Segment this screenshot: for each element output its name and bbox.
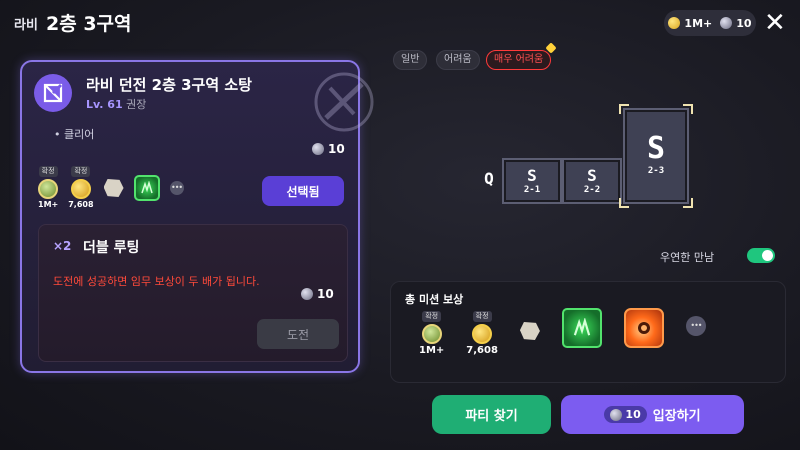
dungeon-detail-panel: 라비 던전 2층 3구역 소탕 Lv. 61 권장 • 클리어 10 확정 1M… (20, 60, 374, 373)
reward-green-box[interactable] (133, 175, 160, 201)
level-value: Lv. 61 (86, 98, 123, 111)
room-letter: S (646, 131, 666, 166)
green-crystal-icon (561, 308, 602, 348)
sweep-cost-value: 10 (328, 142, 345, 156)
guaranteed-badge: 확정 (71, 166, 91, 177)
reward-ore[interactable] (103, 179, 124, 197)
level-suffix: 권장 (126, 98, 147, 111)
double-looting-description: 도전에 성공하면 임무 보상이 두 배가 됩니다. (53, 275, 260, 288)
room-id: 2-2 (583, 185, 601, 195)
currency-pill: 1M+ 10 (664, 10, 756, 36)
enter-cost-value: 10 (625, 408, 641, 421)
room-letter: S (527, 166, 537, 185)
selection-corner (683, 104, 693, 114)
ore-icon (519, 322, 540, 340)
stone-icon (610, 408, 623, 421)
close-icon[interactable]: ✕ (764, 8, 786, 38)
crossed-swords-emblem-icon (314, 72, 374, 132)
dungeon-title: 라비 던전 2층 3구역 소탕 (86, 76, 252, 94)
reward-ore[interactable] (519, 322, 540, 340)
enter-button[interactable]: 10 입장하기 (561, 395, 744, 434)
gold-amount: 1M+ (684, 16, 713, 30)
green-crystal-icon (133, 175, 160, 201)
exp-token-icon (38, 179, 59, 199)
guaranteed-badge: 확정 (38, 166, 58, 177)
reward-exp[interactable]: 확정 1M+ (419, 311, 444, 356)
more-icon: ••• (169, 181, 184, 195)
gold-coin-icon (70, 179, 91, 199)
reward-more[interactable]: ••• (169, 181, 184, 195)
selection-corner (619, 104, 629, 114)
map-room-2-1[interactable]: S 2-1 (502, 158, 562, 204)
ore-icon (103, 179, 124, 197)
mission-reward-title: 총 미션 보상 (405, 293, 464, 306)
dungeon-icon (34, 74, 72, 112)
reward-gold[interactable]: 확정 7,608 (466, 311, 498, 356)
reward-gold[interactable]: 확정 7,608 (68, 166, 94, 209)
mission-reward-list: 확정 1M+ 확정 7,608 ••• (419, 308, 706, 356)
selected-button[interactable]: 선택됨 (262, 176, 344, 206)
exp-token-icon (421, 324, 442, 344)
challenge-button[interactable]: 도전 (257, 319, 339, 349)
swords-icon (43, 83, 63, 103)
enter-label: 입장하기 (652, 409, 701, 424)
stone-icon (720, 17, 733, 29)
stone-amount: 10 (736, 16, 752, 30)
reward-more[interactable]: ••• (685, 316, 706, 336)
selection-corner (683, 198, 693, 208)
exit-marker: Q (482, 168, 496, 190)
reward-amount: 1M+ (419, 345, 445, 356)
reward-amount: 7,608 (466, 345, 498, 356)
more-icon: ••• (685, 316, 706, 336)
map-room-2-3[interactable]: S 2-3 (623, 108, 689, 204)
toggle-knob (762, 250, 773, 261)
room-id: 2-3 (647, 166, 665, 176)
double-looting-card: ×2 더블 루팅 도전에 성공하면 임무 보상이 두 배가 됩니다. 10 도전 (38, 224, 348, 362)
double-looting-cost: 10 (301, 287, 334, 301)
double-looting-title: 더블 루팅 (83, 240, 140, 256)
room-id: 2-1 (523, 185, 541, 195)
selection-corner (619, 198, 629, 208)
find-party-button[interactable]: 파티 찾기 (432, 395, 551, 434)
guaranteed-badge: 확정 (422, 311, 442, 322)
map-room-2-2[interactable]: S 2-2 (562, 158, 622, 204)
fire-orb-icon (623, 308, 664, 348)
floor-title: 2층 3구역 (46, 13, 132, 35)
region-name: 라비 (14, 18, 38, 33)
reward-green-box[interactable] (561, 308, 602, 348)
difficulty-tab-very-hard[interactable]: 매우 어려움 (486, 50, 552, 70)
difficulty-tab-normal[interactable]: 일반 (393, 50, 428, 70)
recommended-level: Lv. 61 권장 (86, 96, 146, 112)
multiplier-label: ×2 (53, 239, 72, 253)
exit-letter: Q (484, 169, 494, 188)
room-letter: S (587, 166, 597, 185)
reward-exp[interactable]: 확정 1M+ (38, 166, 58, 209)
clear-condition: • 클리어 (54, 128, 95, 141)
stone-icon (312, 143, 324, 155)
encounter-toggle[interactable] (747, 248, 775, 263)
reward-orange-box[interactable] (623, 308, 664, 348)
guaranteed-badge: 확정 (472, 311, 492, 322)
encounter-toggle-label: 우연한 만남 (660, 251, 715, 264)
mission-reward-panel: 총 미션 보상 확정 1M+ 확정 7,608 ••• (390, 281, 786, 383)
reward-amount: 1M+ (38, 200, 59, 209)
stone-icon (301, 288, 313, 300)
sweep-reward-list: 확정 1M+ 확정 7,608 ••• (38, 166, 184, 209)
difficulty-tab-hard[interactable]: 어려움 (436, 50, 480, 70)
gold-coin-icon (668, 17, 681, 29)
sweep-cost: 10 (312, 142, 345, 156)
double-looting-cost-value: 10 (317, 287, 334, 301)
enter-cost: 10 (604, 406, 647, 423)
reward-amount: 7,608 (68, 200, 94, 209)
gold-coin-icon (472, 324, 493, 344)
